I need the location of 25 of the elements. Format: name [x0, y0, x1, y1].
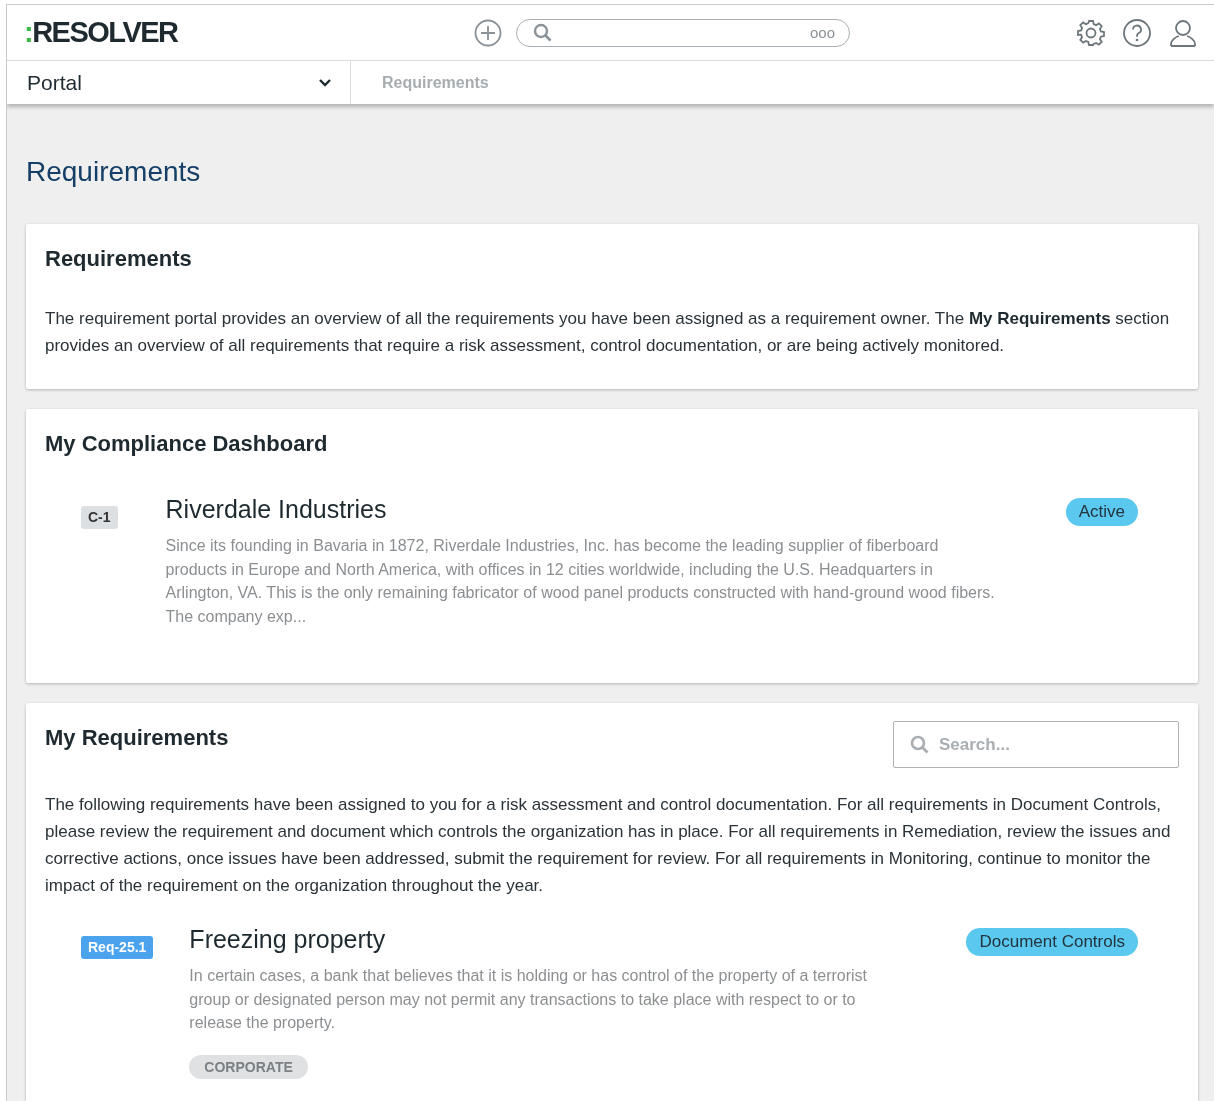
status-badge: Active [1065, 498, 1138, 526]
search-icon [533, 22, 553, 43]
search-field[interactable]: Search... [893, 721, 1179, 768]
item-title[interactable]: Freezing property [189, 925, 897, 954]
card-description: The following requirements have been assigned to you for a risk assessment and control documentation. For all requirements in Document Controls, please review the requirement and document which controls the organization has in place. For all requirements in Remediation, review the issues and corrective actions, once issues have been addressed, submit the requirement for review. For all requirements in Monitoring, continue to monitor the impact of the requirement on the organization throughout the year. [45, 794, 1172, 897]
id-badge: C-1 [81, 506, 118, 529]
portal-dropdown[interactable]: Portal [7, 61, 351, 104]
card-title: My Compliance Dashboard [45, 431, 328, 457]
add-icon[interactable] [474, 18, 502, 47]
page-title: Requirements [26, 156, 202, 188]
category-tag: CORPORATE [189, 1054, 308, 1079]
card-title: My Requirements [45, 725, 229, 751]
id-badge: Req-25.1 [81, 936, 154, 959]
user-icon[interactable] [1168, 17, 1198, 48]
item-title[interactable]: Riverdale Industries [165, 495, 996, 524]
item-description: Since its founding in Bavaria in 1872, Riverdale Industries, Inc. has become the leading supplier of fiberboard products in Europe and North America, with offices in 12 cities worldwide, including the U.S. Headquarters in Arlington, VA. This is the only remaining fabricator of wood panel products constructed with hand-ground wood fibers. The company exp... [165, 536, 996, 627]
status-badge: Document Controls [966, 928, 1138, 956]
item-description: In certain cases, a bank that believes that it is holding or has control of the property of a terrorist group or designated person may not permit any transactions to take place with respect to or to release the property. [189, 966, 869, 1033]
logo: :RESOLVER [24, 16, 179, 49]
settings-icon[interactable] [1076, 17, 1106, 48]
search-icon [910, 735, 930, 755]
help-icon[interactable] [1122, 17, 1152, 48]
card-description: The requirement portal provides an overview of all the requirements you have been assigned as a requirement owner. The My Requirements section provides an overview of all requirements that require a risk assessment, control documentation, or are being actively monitored. [45, 308, 1171, 357]
chevron-down-icon [318, 77, 332, 88]
card-title: Requirements [45, 246, 192, 272]
